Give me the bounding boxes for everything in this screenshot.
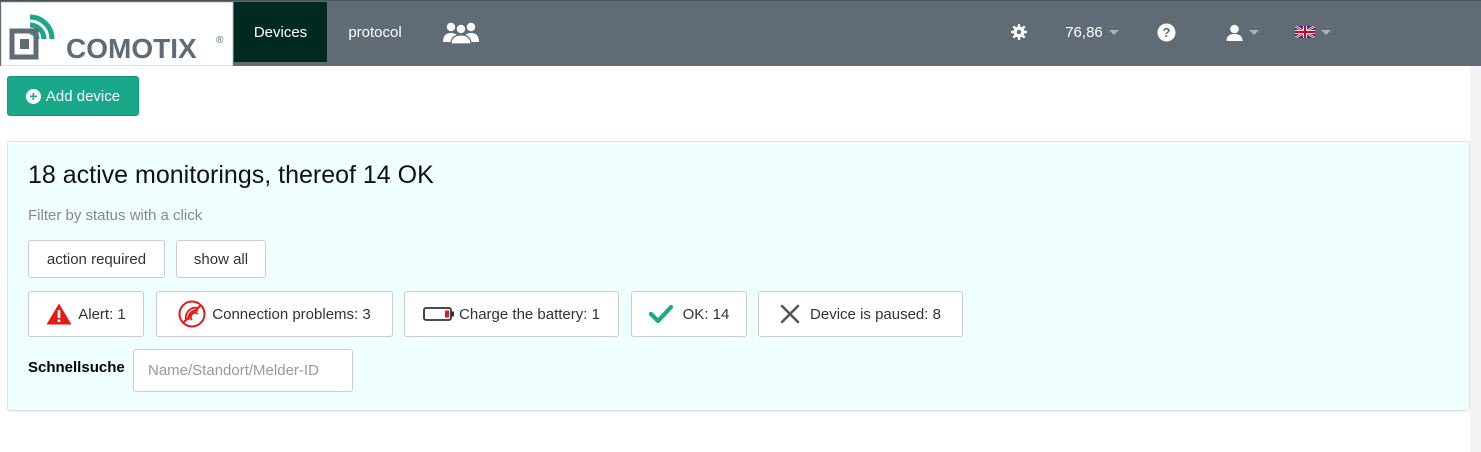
status-label: Alert: 1 bbox=[78, 305, 126, 323]
chevron-down-icon bbox=[1108, 29, 1119, 35]
low-battery-icon bbox=[423, 307, 455, 321]
page-scrollbar[interactable] bbox=[1470, 66, 1481, 452]
status-connection-problems-button[interactable]: Connection problems: 3 bbox=[156, 291, 393, 337]
svg-text:?: ? bbox=[1162, 25, 1170, 40]
monitoring-summary-panel: 18 active monitorings, thereof 14 OK Fil… bbox=[7, 141, 1470, 411]
chevron-down-icon bbox=[1248, 29, 1259, 35]
account-menu[interactable]: 76,86 bbox=[1054, 2, 1130, 62]
filter-action-required-button[interactable]: action required bbox=[28, 240, 165, 278]
top-navbar: COMOTIX ® Devices protocol 76,86 ? bbox=[0, 0, 1481, 66]
status-label: Device is paused: 8 bbox=[810, 305, 941, 323]
user-menu[interactable] bbox=[1218, 2, 1266, 62]
warning-triangle-icon bbox=[46, 303, 72, 325]
question-circle-icon: ? bbox=[1157, 23, 1175, 41]
add-device-button[interactable]: + Add device bbox=[7, 76, 139, 116]
status-label: OK: 14 bbox=[682, 305, 730, 323]
logo-wordmark: COMOTIX bbox=[66, 33, 197, 64]
chevron-down-icon bbox=[1321, 29, 1331, 35]
help-button[interactable]: ? bbox=[1150, 2, 1182, 62]
gear-icon bbox=[1011, 24, 1027, 40]
checkmark-icon bbox=[648, 304, 673, 324]
status-alert-button[interactable]: Alert: 1 bbox=[28, 291, 144, 337]
quick-search-input[interactable] bbox=[133, 349, 353, 392]
status-label: Connection problems: 3 bbox=[212, 305, 371, 323]
no-signal-icon bbox=[178, 300, 206, 328]
filter-label: show all bbox=[193, 250, 249, 268]
comotix-logo[interactable]: COMOTIX ® bbox=[1, 2, 233, 66]
filter-show-all-button[interactable]: show all bbox=[176, 240, 266, 278]
page-title: 18 active monitorings, thereof 14 OK bbox=[28, 161, 434, 189]
status-ok-button[interactable]: OK: 14 bbox=[631, 291, 747, 337]
nav-devices[interactable]: Devices bbox=[234, 2, 327, 62]
nav-groups[interactable] bbox=[433, 2, 489, 62]
nav-protocol[interactable]: protocol bbox=[327, 2, 423, 62]
comotix-logo-mark: COMOTIX ® bbox=[9, 14, 224, 64]
status-charge-battery-button[interactable]: Charge the battery: 1 bbox=[404, 291, 619, 337]
user-icon bbox=[1226, 24, 1242, 41]
x-icon bbox=[780, 304, 800, 324]
quick-search-label: Schnellsuche bbox=[28, 359, 125, 376]
filter-label: action required bbox=[46, 250, 147, 268]
status-label: Charge the battery: 1 bbox=[459, 305, 600, 323]
account-value: 76,86 bbox=[1065, 23, 1103, 41]
language-menu[interactable] bbox=[1288, 2, 1338, 62]
users-icon bbox=[443, 22, 479, 44]
registered-mark: ® bbox=[216, 35, 224, 46]
filter-hint: Filter by status with a click bbox=[28, 207, 203, 224]
status-paused-button[interactable]: Device is paused: 8 bbox=[758, 291, 963, 337]
settings-button[interactable] bbox=[1003, 2, 1035, 62]
plus-circle-icon: + bbox=[25, 88, 41, 104]
uk-flag-icon bbox=[1295, 26, 1315, 38]
add-device-label: Add device bbox=[45, 87, 121, 105]
